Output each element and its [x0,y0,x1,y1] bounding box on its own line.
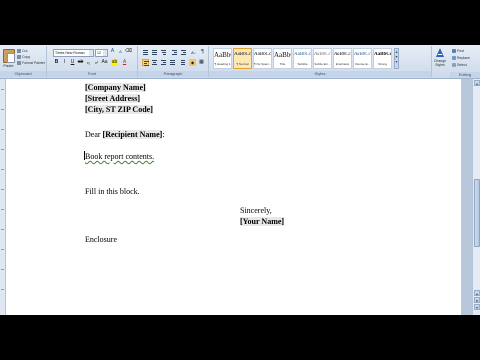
font-size-combo[interactable]: 12 [95,49,108,57]
align-left-icon[interactable] [142,59,149,66]
group-label: Clipboard [0,71,46,77]
word-window: Paste Cut Copy Format Painter Clipboard … [0,45,480,315]
chevron-down-icon[interactable] [89,50,93,56]
city-state-zip-field[interactable]: [City, ST ZIP Code] [85,105,153,115]
group-label: Font [47,71,137,77]
select-button[interactable]: Select [452,62,467,68]
show-hide-icon[interactable]: ¶ [199,49,206,56]
format-painter-button[interactable]: Format Painter [17,61,45,66]
style-subtitle[interactable]: AaBbCcI Subtitle [293,48,312,69]
borders-icon[interactable]: ▦ [198,59,205,66]
clear-formatting-icon[interactable]: ⌫ [125,48,132,55]
styles-group: AaBbC ¶ Heading 1 AaBbCcI ¶ Normal AaBbC… [209,46,432,77]
copy-icon [17,55,21,60]
copy-button[interactable]: Copy [17,55,30,60]
style-intense-emphasis[interactable]: AaBbCcI Intense E... [353,48,372,69]
cursor-icon [452,63,456,68]
grow-font-icon[interactable]: A [109,48,116,55]
chevron-up-icon: ▴ [475,81,478,86]
scissors-icon [17,49,21,54]
bullets-icon[interactable] [142,49,149,56]
clipboard-group: Paste Cut Copy Format Painter Clipboard [0,46,47,77]
video-frame: Paste Cut Copy Format Painter Clipboard … [0,0,480,360]
increase-indent-icon[interactable] [180,49,187,56]
replace-icon [452,56,456,61]
document-page[interactable]: [Company Name] [Street Address] [City, S… [6,79,461,315]
bold-button[interactable]: B [53,59,60,66]
replace-button[interactable]: Replace [452,55,470,61]
change-styles-icon [436,48,444,57]
align-right-icon[interactable] [160,59,167,66]
align-center-icon[interactable] [151,59,158,66]
salutation[interactable]: Dear [Recipient Name]: [85,130,165,140]
font-color-icon[interactable]: A [121,59,128,66]
next-page-button[interactable]: ▾ [474,304,480,310]
styles-gallery-scroll[interactable]: ▴ ▾ ▾ [394,48,399,69]
double-chevron-up-icon: ▴ [475,291,478,296]
line-spacing-icon[interactable] [179,59,186,66]
font-name-combo[interactable]: Times New Roman [53,49,94,57]
double-chevron-down-icon: ▾ [475,305,478,310]
vertical-scrollbar[interactable]: ▴ ▴ ● ▾ [472,79,480,315]
paste-button[interactable]: Paste [2,48,15,68]
group-label: Editing [450,72,480,78]
enclosure-line[interactable]: Enclosure [85,235,117,245]
style-subtle-emphasis[interactable]: AaBbCcI Subtle Em... [313,48,332,69]
more-icon[interactable]: ▾ [395,59,398,64]
your-name-field[interactable]: [Your Name] [240,217,285,227]
change-case-icon[interactable]: Aa [101,59,108,66]
justify-icon[interactable] [169,59,176,66]
style-no-spacing[interactable]: AaBbCcI ¶ No Spaci... [253,48,272,69]
underline-button[interactable]: U [69,59,76,66]
scroll-thumb[interactable] [474,179,480,247]
body-paragraph[interactable]: Book report contents. [84,151,154,162]
shading-icon[interactable]: ◆ [189,59,196,66]
paste-label: Paste [3,63,14,68]
decrease-indent-icon[interactable] [171,49,178,56]
binoculars-icon [452,49,456,54]
select-browse-object-button[interactable]: ● [474,297,480,303]
shrink-font-icon[interactable]: A [117,48,124,55]
style-title[interactable]: AaBbC Title [273,48,292,69]
chevron-down-icon[interactable] [103,50,107,56]
previous-page-button[interactable]: ▴ [474,290,480,296]
scroll-up-button[interactable]: ▴ [474,80,480,86]
font-group: Times New Roman 12 A A ⌫ B I U ab x₂ x² … [47,46,138,77]
style-heading-1[interactable]: AaBbC ¶ Heading 1 [213,48,232,69]
style-normal[interactable]: AaBbCcI ¶ Normal [233,48,252,69]
change-styles-button[interactable]: Change Styles [432,47,448,69]
group-label: Styles [209,71,431,77]
street-address-field[interactable]: [Street Address] [85,94,141,104]
superscript-icon[interactable]: x² [93,59,100,66]
closing[interactable]: Sincerely, [240,206,272,216]
multilevel-list-icon[interactable] [160,49,167,56]
highlight-color-icon[interactable]: ab [111,59,118,66]
strikethrough-icon[interactable]: ab [77,59,84,66]
group-label: Paragraph [138,71,208,77]
sort-icon[interactable]: A↓ [190,49,197,56]
numbering-icon[interactable] [151,49,158,56]
ribbon: Paste Cut Copy Format Painter Clipboard … [0,45,480,79]
cut-button[interactable]: Cut [17,49,27,54]
style-emphasis[interactable]: AaBbCcI Emphasis [333,48,352,69]
clipboard-icon [3,49,15,63]
fill-in-text[interactable]: Fill in this block. [85,187,140,197]
subscript-icon[interactable]: x₂ [85,59,92,66]
document-area: [Company Name] [Street Address] [City, S… [6,79,472,315]
company-name-field[interactable]: [Company Name] [85,83,146,93]
browse-object-icon: ● [475,298,479,303]
recipient-name-field[interactable]: [Recipient Name] [102,130,163,139]
italic-button[interactable]: I [61,59,68,66]
find-button[interactable]: Find [452,48,464,54]
paragraph-group: A↓ ¶ ◆ ▦ Paragraph [138,46,209,77]
style-strong[interactable]: AaBbCcI Strong [373,48,392,69]
brush-icon [17,61,21,66]
